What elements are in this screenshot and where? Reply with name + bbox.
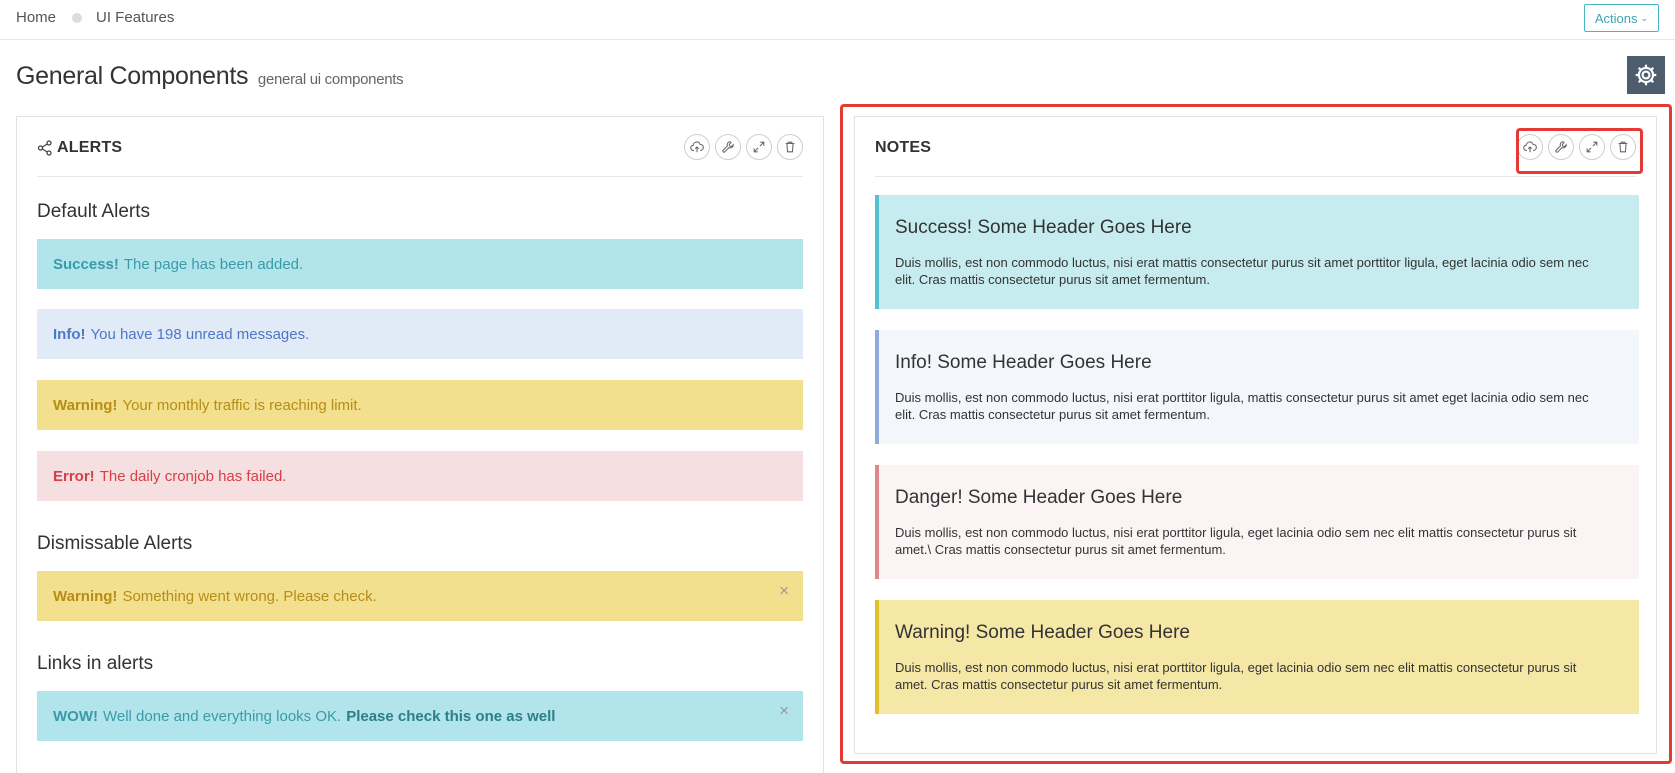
note-body: Duis mollis, est non commodo luctus, nis… — [895, 525, 1577, 557]
wrench-icon[interactable] — [1548, 134, 1574, 160]
default-alerts-heading: Default Alerts — [37, 201, 150, 222]
alert-strong: Info! — [53, 325, 86, 343]
note-info: Info! Some Header Goes Here Duis mollis,… — [875, 330, 1639, 444]
note-title: Info! Some Header Goes Here — [895, 352, 1152, 373]
alert-strong: WOW! — [53, 707, 98, 725]
breadcrumb-current: UI Features — [96, 9, 175, 26]
dismissable-alerts-heading: Dismissable Alerts — [37, 533, 193, 554]
alerts-panel-header: ALERTS — [37, 117, 803, 177]
alert-text: Well done and everything looks OK. — [102, 707, 342, 725]
alert-link: WOW! Well done and everything looks OK. … — [37, 691, 803, 741]
note-danger: Danger! Some Header Goes Here Duis molli… — [875, 465, 1639, 579]
note-title: Success! Some Header Goes Here — [895, 217, 1192, 238]
links-in-alerts-heading: Links in alerts — [37, 653, 154, 674]
cloud-upload-icon[interactable] — [684, 134, 710, 160]
alerts-panel: ALERTS Default Alerts Success! The page … — [16, 116, 824, 773]
note-body: Duis mollis, est non commodo luctus, nis… — [895, 660, 1577, 692]
expand-icon[interactable] — [746, 134, 772, 160]
trash-icon[interactable] — [1610, 134, 1636, 160]
alert-text: You have 198 unread messages. — [90, 325, 310, 343]
alert-text: Something went wrong. Please check. — [122, 587, 377, 605]
notes-panel: NOTES Success! Some Header Goes Here Dui… — [854, 116, 1657, 754]
alert-error: Error! The daily cronjob has failed. — [37, 451, 803, 501]
alert-strong: Success! — [53, 255, 119, 273]
cloud-upload-icon[interactable] — [1517, 134, 1543, 160]
notes-panel-header: NOTES — [875, 117, 1636, 177]
close-icon[interactable]: × — [779, 701, 789, 721]
alert-success: Success! The page has been added. — [37, 239, 803, 289]
trash-icon[interactable] — [777, 134, 803, 160]
gear-icon — [1635, 64, 1657, 86]
chevron-down-icon: ⌄ — [1640, 12, 1648, 23]
notes-panel-tools — [1517, 134, 1636, 160]
breadcrumb-home[interactable]: Home — [16, 9, 56, 26]
alert-text: Your monthly traffic is reaching limit. — [122, 396, 362, 414]
page-title: General Components general ui components — [16, 62, 404, 91]
note-body: Duis mollis, est non commodo luctus, nis… — [895, 390, 1589, 422]
note-warning: Warning! Some Header Goes Here Duis moll… — [875, 600, 1639, 714]
expand-icon[interactable] — [1579, 134, 1605, 160]
share-icon — [37, 140, 53, 156]
alerts-panel-tools — [684, 134, 803, 160]
actions-dropdown-button[interactable]: Actions ⌄ — [1583, 4, 1659, 32]
alerts-panel-title: ALERTS — [37, 139, 122, 157]
note-title: Danger! Some Header Goes Here — [895, 487, 1183, 508]
alert-info: Info! You have 198 unread messages. — [37, 309, 803, 359]
settings-button[interactable] — [1627, 56, 1665, 94]
wrench-icon[interactable] — [715, 134, 741, 160]
actions-label: Actions — [1594, 10, 1638, 26]
alerts-title-text: ALERTS — [57, 139, 123, 156]
close-icon[interactable]: × — [779, 581, 789, 601]
alert-warning: Warning! Your monthly traffic is reachin… — [37, 380, 803, 430]
alert-dismissable-warning: Warning! Something went wrong. Please ch… — [37, 571, 803, 621]
alert-text: The daily cronjob has failed. — [99, 467, 287, 485]
alert-strong: Error! — [53, 467, 95, 485]
alert-strong: Warning! — [53, 396, 118, 414]
alert-strong: Warning! — [53, 587, 118, 605]
page-subtitle: general ui components — [257, 71, 404, 88]
breadcrumb-separator-icon — [72, 12, 83, 23]
notes-title-text: NOTES — [875, 139, 932, 156]
notes-panel-title: NOTES — [875, 139, 931, 157]
breadcrumb: Home UI Features — [16, 9, 174, 26]
page-title-text: General Components — [16, 62, 249, 90]
alert-text: The page has been added. — [123, 255, 304, 273]
top-bar: Home UI Features Actions ⌄ — [0, 0, 1675, 40]
alert-link-text[interactable]: Please check this one as well — [346, 708, 555, 725]
note-success: Success! Some Header Goes Here Duis moll… — [875, 195, 1639, 309]
note-title: Warning! Some Header Goes Here — [895, 622, 1190, 643]
note-body: Duis mollis, est non commodo luctus, nis… — [895, 255, 1589, 287]
